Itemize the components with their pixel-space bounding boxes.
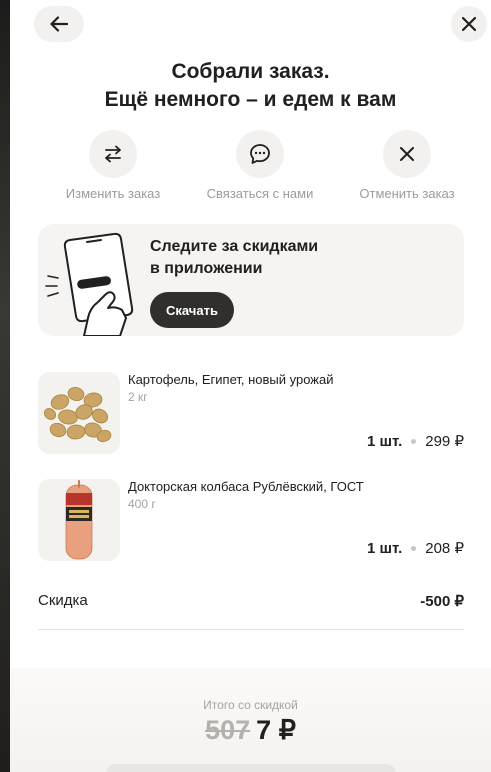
- product-name: Докторская колбаса Рублёвский, ГОСТ: [128, 479, 364, 494]
- product-name: Картофель, Египет, новый урожай: [128, 372, 334, 387]
- product-price: 299 ₽: [425, 433, 464, 450]
- change-order-label: Изменить заказ: [65, 186, 161, 201]
- title-line-2: Ещё немного – и едем к вам: [104, 88, 397, 111]
- phone-in-hand-illustration: [45, 232, 134, 336]
- quantity-and-price: 1 шт. 299 ₽: [367, 432, 464, 451]
- cancel-order-label: Отменить заказ: [359, 186, 455, 201]
- arrow-left-icon: [50, 16, 68, 32]
- separator-dot: [411, 438, 417, 444]
- product-weight: 2 кг: [128, 390, 148, 404]
- chat-bubble-icon: [250, 144, 270, 164]
- discount-value: -500 ₽: [420, 593, 464, 610]
- swap-arrows-icon: [105, 145, 121, 163]
- product-quantity: 1 шт.: [367, 432, 403, 450]
- contact-us-circle: [236, 130, 284, 178]
- total-amount: 507 7 ₽: [10, 715, 491, 746]
- pay-button[interactable]: [106, 764, 396, 772]
- order-actions: Изменить заказ Связаться с нами Отменить…: [50, 130, 470, 201]
- promo-line-2: в приложении: [150, 260, 263, 277]
- cancel-order-button[interactable]: Отменить заказ: [344, 130, 470, 201]
- new-total: 7 ₽: [256, 715, 296, 745]
- order-total-footer: Итого со скидкой 507 7 ₽: [10, 668, 491, 772]
- app-promo-banner: Следите за скидками в приложении Скачать: [38, 224, 464, 336]
- old-total: 507: [205, 715, 251, 745]
- discount-row: Скидка -500 ₽: [38, 592, 464, 610]
- separator-dot: [411, 545, 417, 551]
- page-title: Собрали заказ. Ещё немного – и едем к ва…: [10, 58, 491, 114]
- order-item: Картофель, Египет, новый урожай 2 кг 1 ш…: [38, 372, 464, 456]
- product-quantity: 1 шт.: [367, 539, 403, 557]
- cancel-order-circle: [383, 130, 431, 178]
- product-weight: 400 г: [128, 497, 156, 511]
- product-price: 208 ₽: [425, 540, 464, 557]
- title-line-1: Собрали заказ.: [171, 60, 330, 83]
- divider: [38, 629, 464, 630]
- product-image-potatoes: [38, 372, 120, 454]
- promo-line-1: Следите за скидками: [150, 238, 319, 255]
- contact-us-button[interactable]: Связаться с нами: [197, 130, 323, 201]
- sausage-illustration: [38, 479, 120, 561]
- discount-label: Скидка: [38, 592, 88, 609]
- promo-text: Следите за скидками в приложении: [150, 236, 370, 280]
- close-icon: [400, 147, 414, 161]
- download-app-button[interactable]: Скачать: [150, 292, 234, 328]
- total-label: Итого со скидкой: [203, 698, 298, 712]
- order-item: Докторская колбаса Рублёвский, ГОСТ 400 …: [38, 479, 464, 563]
- close-button[interactable]: [451, 6, 487, 42]
- quantity-and-price: 1 шт. 208 ₽: [367, 539, 464, 558]
- contact-us-label: Связаться с нами: [206, 186, 314, 201]
- order-sheet: Собрали заказ. Ещё немного – и едем к ва…: [10, 0, 491, 772]
- potatoes-illustration: [38, 372, 120, 454]
- back-button[interactable]: [34, 6, 84, 42]
- close-icon: [462, 17, 476, 31]
- page-backdrop: [0, 0, 10, 772]
- change-order-circle: [89, 130, 137, 178]
- change-order-button[interactable]: Изменить заказ: [50, 130, 176, 201]
- product-image-sausage: [38, 479, 120, 561]
